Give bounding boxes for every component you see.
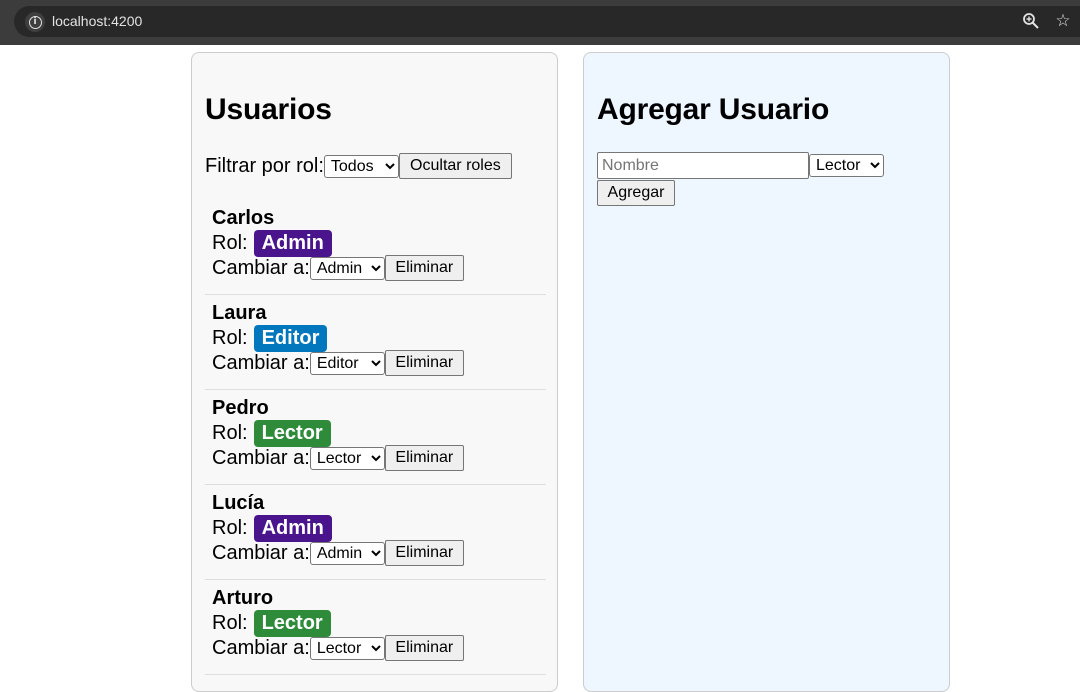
change-role-select[interactable]: Editor	[309, 351, 385, 375]
change-role-select[interactable]: Lector	[309, 636, 385, 660]
role-label: Rol:	[212, 421, 248, 444]
role-badge: Admin	[253, 229, 332, 257]
user-list: Carlos Rol: Admin Cambiar a: Admin Eliminar La…	[205, 200, 546, 675]
filter-label: Filtrar por rol:	[205, 154, 324, 177]
role-filter: Filtrar por rol: Todos Ocultar roles	[205, 153, 512, 179]
change-role-label: Cambiar a:	[212, 351, 310, 374]
change-role-row: Cambiar a: Lector Eliminar	[212, 445, 464, 471]
bookmark-star-icon[interactable]: ☆	[1053, 11, 1073, 31]
new-user-role-select[interactable]: Lector	[809, 154, 884, 177]
change-role-select[interactable]: Admin	[309, 256, 385, 280]
delete-user-button[interactable]: Eliminar	[384, 255, 464, 281]
user-name: Carlos	[212, 207, 275, 229]
change-role-label: Cambiar a:	[212, 446, 310, 469]
toggle-roles-button[interactable]: Ocultar roles	[398, 153, 512, 179]
role-label: Rol:	[212, 231, 248, 254]
change-role-select[interactable]: Admin	[309, 541, 385, 565]
user-name: Pedro	[212, 397, 269, 419]
change-role-label: Cambiar a:	[212, 541, 310, 564]
role-label: Rol:	[212, 516, 248, 539]
user-item: Carlos Rol: Admin Cambiar a: Admin Eliminar	[205, 200, 546, 295]
role-label: Rol:	[212, 611, 248, 634]
address-bar[interactable]: i localhost:4200 ☆	[14, 6, 1080, 37]
role-badge: Lector	[253, 609, 331, 637]
users-panel: Usuarios Filtrar por rol: Todos Ocultar …	[191, 52, 558, 692]
user-item: Laura Rol: Editor Cambiar a: Editor Eliminar	[205, 295, 546, 390]
user-role-row: Rol: Lector	[212, 419, 331, 447]
add-user-button[interactable]: Agregar	[597, 180, 675, 206]
change-role-row: Cambiar a: Admin Eliminar	[212, 540, 464, 566]
change-role-row: Cambiar a: Editor Eliminar	[212, 350, 464, 376]
user-name: Arturo	[212, 587, 274, 609]
user-role-row: Rol: Admin	[212, 514, 332, 542]
change-role-select[interactable]: Lector	[309, 446, 385, 470]
change-role-row: Cambiar a: Lector Eliminar	[212, 635, 464, 661]
zoom-icon[interactable]	[1022, 12, 1040, 30]
user-item: Pedro Rol: Lector Cambiar a: Lector Eliminar	[205, 390, 546, 485]
user-item: Lucía Rol: Admin Cambiar a: Admin Eliminar	[205, 485, 546, 580]
delete-user-button[interactable]: Eliminar	[384, 635, 464, 661]
change-role-label: Cambiar a:	[212, 636, 310, 659]
user-role-row: Rol: Editor	[212, 324, 328, 352]
change-role-label: Cambiar a:	[212, 256, 310, 279]
browser-toolbar: i localhost:4200 ☆	[0, 0, 1080, 45]
add-user-panel: Agregar Usuario Lector Agregar	[583, 52, 950, 692]
user-item: Arturo Rol: Lector Cambiar a: Lector Eliminar	[205, 580, 546, 675]
add-user-title: Agregar Usuario	[597, 93, 830, 126]
role-badge: Admin	[253, 514, 332, 542]
user-name: Laura	[212, 302, 267, 324]
user-name: Lucía	[212, 492, 265, 514]
add-user-form: Lector Agregar	[597, 152, 897, 206]
delete-user-button[interactable]: Eliminar	[384, 445, 464, 471]
role-badge: Editor	[253, 324, 328, 352]
change-role-row: Cambiar a: Admin Eliminar	[212, 255, 464, 281]
site-info-icon[interactable]: i	[25, 12, 45, 32]
role-label: Rol:	[212, 326, 248, 349]
user-role-row: Rol: Lector	[212, 609, 331, 637]
users-title: Usuarios	[205, 93, 332, 126]
delete-user-button[interactable]: Eliminar	[384, 540, 464, 566]
role-badge: Lector	[253, 419, 331, 447]
user-role-row: Rol: Admin	[212, 229, 332, 257]
address-url[interactable]: localhost:4200	[52, 13, 142, 29]
role-filter-select[interactable]: Todos	[323, 154, 399, 178]
delete-user-button[interactable]: Eliminar	[384, 350, 464, 376]
name-input[interactable]	[597, 152, 809, 179]
